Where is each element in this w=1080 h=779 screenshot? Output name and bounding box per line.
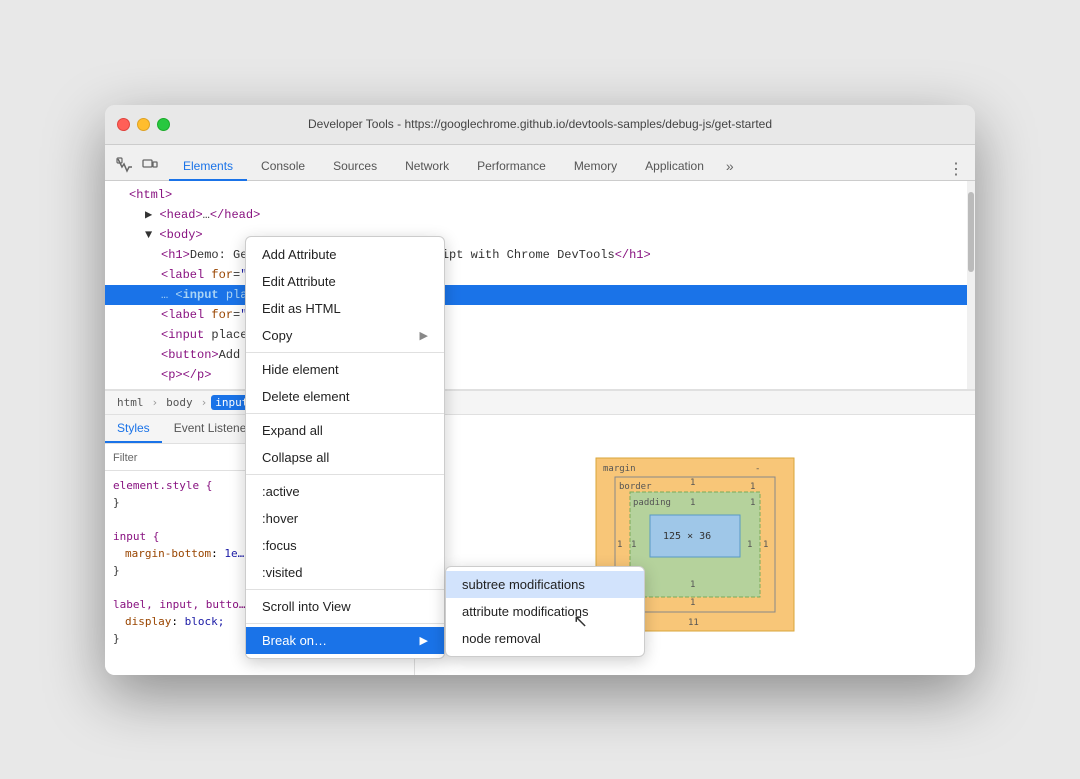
ctx-separator-3 — [246, 474, 444, 475]
ctx-expand-all[interactable]: Expand all — [246, 417, 444, 444]
device-toolbar-icon[interactable] — [139, 154, 161, 176]
devtools-icons — [113, 154, 161, 180]
submenu: subtree modifications attribute modifica… — [445, 566, 645, 657]
svg-text:1: 1 — [690, 498, 695, 508]
svg-text:1: 1 — [747, 540, 752, 550]
tab-application[interactable]: Application — [631, 153, 718, 181]
ctx-add-attribute[interactable]: Add Attribute — [246, 241, 444, 268]
scroll-track — [967, 181, 975, 389]
dom-line[interactable]: ▶ <head>…</head> — [105, 205, 975, 225]
more-tabs-button[interactable]: » — [718, 152, 742, 180]
dom-line[interactable]: <p></p> — [105, 365, 975, 385]
ctx-delete-element[interactable]: Delete element — [246, 383, 444, 410]
ctx-separator-5 — [246, 623, 444, 624]
submenu-node-removal[interactable]: node removal — [446, 625, 644, 652]
ctx-focus[interactable]: :focus — [246, 532, 444, 559]
ctx-copy[interactable]: Copy ▶ — [246, 322, 444, 349]
dom-line[interactable]: <button>Add Nu…button> — [105, 345, 975, 365]
breadcrumb-body[interactable]: body — [162, 395, 197, 410]
svg-text:1: 1 — [690, 580, 695, 590]
breadcrumb: html › body › input#num — [105, 390, 975, 415]
ctx-break-on[interactable]: Break on… ▶ — [246, 627, 444, 654]
ctx-copy-arrow: ▶ — [420, 329, 428, 342]
devtools-tab-bar: Elements Console Sources Network Perform… — [105, 145, 975, 181]
svg-text:-: - — [755, 464, 760, 474]
traffic-lights — [117, 118, 170, 131]
dom-line[interactable]: <input placehol…2"> — [105, 325, 975, 345]
window-title: Developer Tools - https://googlechrome.g… — [308, 117, 772, 131]
ctx-separator-4 — [246, 589, 444, 590]
ctx-separator-1 — [246, 352, 444, 353]
dom-line[interactable]: <label for="num… — [105, 305, 975, 325]
filter-label: Filter — [113, 452, 137, 464]
tab-performance[interactable]: Performance — [463, 153, 560, 181]
svg-text:1: 1 — [690, 478, 695, 488]
dom-line[interactable]: <html> — [105, 185, 975, 205]
dom-panel: <html> ▶ <head>…</head> ▼ <body> <h1>Dem… — [105, 181, 975, 390]
submenu-attribute-modifications[interactable]: attribute modifications — [446, 598, 644, 625]
ctx-active[interactable]: :active — [246, 478, 444, 505]
svg-text:1: 1 — [750, 482, 755, 492]
inspect-icon[interactable] — [113, 154, 135, 176]
title-bar: Developer Tools - https://googlechrome.g… — [105, 105, 975, 145]
tab-console[interactable]: Console — [247, 153, 319, 181]
breadcrumb-html[interactable]: html — [113, 395, 148, 410]
svg-text:1: 1 — [617, 540, 622, 550]
svg-text:1: 1 — [763, 540, 768, 550]
ctx-separator-2 — [246, 413, 444, 414]
ctx-scroll-into-view[interactable]: Scroll into View — [246, 593, 444, 620]
styles-tab[interactable]: Styles — [105, 415, 162, 443]
dom-line[interactable]: ▼ <body> — [105, 225, 975, 245]
svg-text:125 × 36: 125 × 36 — [663, 531, 711, 542]
submenu-subtree-modifications[interactable]: subtree modifications — [446, 571, 644, 598]
svg-text:padding: padding — [633, 498, 671, 508]
tab-sources[interactable]: Sources — [319, 153, 391, 181]
tab-network[interactable]: Network — [391, 153, 463, 181]
svg-text:1: 1 — [631, 540, 636, 550]
svg-text:1: 1 — [750, 498, 755, 508]
scroll-thumb[interactable] — [968, 192, 974, 272]
svg-text:margin: margin — [603, 464, 636, 474]
ctx-edit-attribute[interactable]: Edit Attribute — [246, 268, 444, 295]
tab-elements[interactable]: Elements — [169, 153, 247, 181]
ctx-break-on-arrow: ▶ — [420, 634, 428, 647]
dom-line[interactable]: <label for="num1">Number 1</label> — [105, 265, 975, 285]
context-menu: Add Attribute Edit Attribute Edit as HTM… — [245, 236, 445, 659]
dom-line-selected[interactable]: … <input placehol…1"> == $0 — [105, 285, 975, 305]
tab-memory[interactable]: Memory — [560, 153, 631, 181]
ctx-visited[interactable]: :visited — [246, 559, 444, 586]
svg-text:border: border — [619, 482, 652, 492]
devtools-body: <html> ▶ <head>…</head> ▼ <body> <h1>Dem… — [105, 181, 975, 675]
minimize-button[interactable] — [137, 118, 150, 131]
ctx-collapse-all[interactable]: Collapse all — [246, 444, 444, 471]
svg-text:11: 11 — [688, 618, 699, 628]
close-button[interactable] — [117, 118, 130, 131]
svg-text:1: 1 — [690, 598, 695, 608]
devtools-menu-button[interactable]: ⋮ — [945, 158, 967, 180]
maximize-button[interactable] — [157, 118, 170, 131]
devtools-window: Developer Tools - https://googlechrome.g… — [105, 105, 975, 675]
dom-line[interactable]: <h1>Demo: Get Started Debugging JavaScri… — [105, 245, 975, 265]
ctx-hide-element[interactable]: Hide element — [246, 356, 444, 383]
ctx-hover[interactable]: :hover — [246, 505, 444, 532]
ctx-edit-as-html[interactable]: Edit as HTML — [246, 295, 444, 322]
